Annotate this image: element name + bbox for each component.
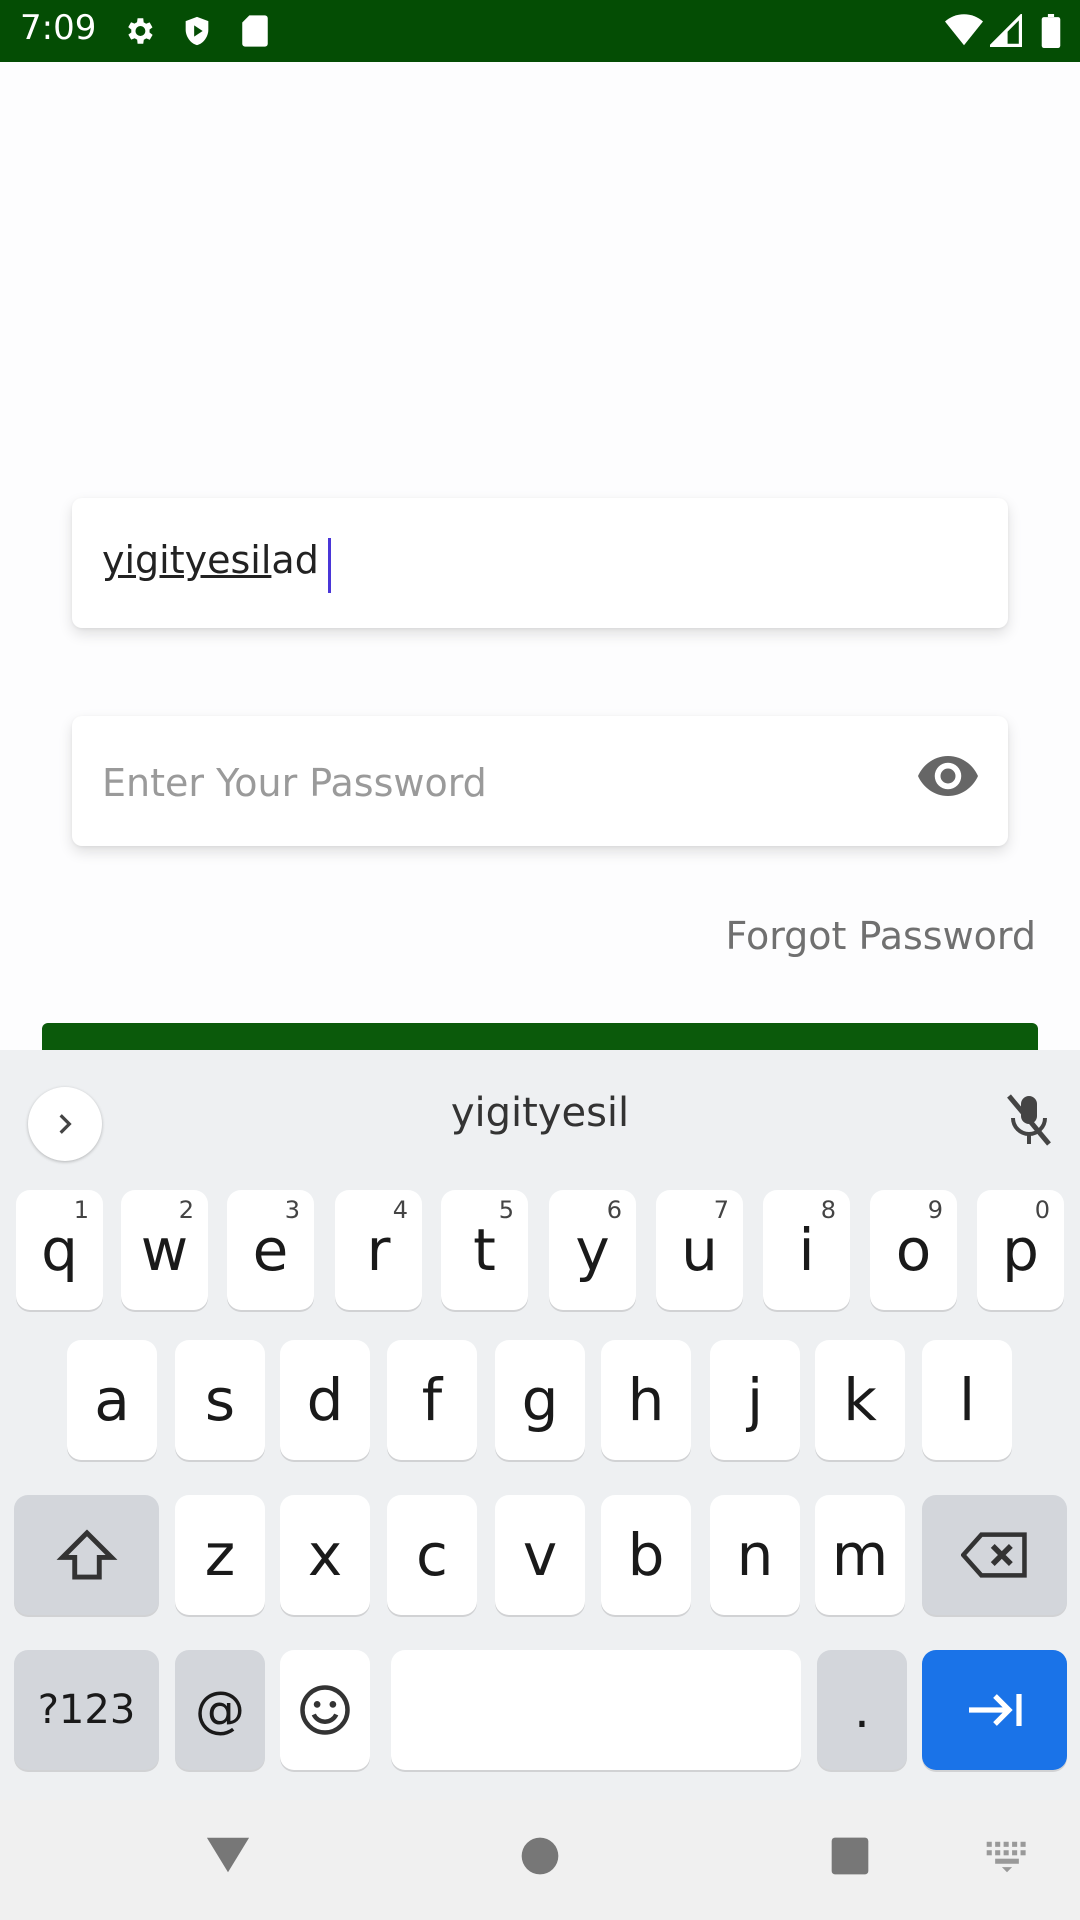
key-x[interactable]: x [280, 1495, 370, 1615]
signal-icon [990, 14, 1022, 47]
key-y[interactable]: y6 [549, 1190, 636, 1310]
status-bar: 7:09 [0, 0, 1080, 62]
key-p[interactable]: p0 [977, 1190, 1064, 1310]
emoji-key[interactable] [280, 1650, 370, 1770]
soft-keyboard: yigityesil q1 w2 e3 r4 t5 y6 u7 i8 o9 p0… [0, 1050, 1080, 1800]
back-triangle-icon[interactable] [205, 1835, 251, 1875]
key-g[interactable]: g [495, 1340, 585, 1460]
recents-square-icon[interactable] [830, 1836, 870, 1876]
sd-card-icon [242, 15, 268, 47]
key-l[interactable]: l [922, 1340, 1012, 1460]
key-o[interactable]: o9 [870, 1190, 957, 1310]
space-bar[interactable] [391, 1650, 801, 1770]
wifi-icon [945, 14, 983, 46]
key-u[interactable]: u7 [656, 1190, 743, 1310]
status-time: 7:09 [20, 8, 97, 48]
key-e[interactable]: e3 [227, 1190, 314, 1310]
text-cursor [328, 538, 331, 593]
key-v[interactable]: v [495, 1495, 585, 1615]
key-r[interactable]: r4 [335, 1190, 422, 1310]
tab-next-icon [968, 1694, 1022, 1726]
keyboard-switch-icon[interactable] [985, 1840, 1029, 1874]
shift-key[interactable] [14, 1495, 159, 1615]
toolbar-expand-button[interactable] [28, 1087, 102, 1161]
navigation-bar [0, 1800, 1080, 1920]
shield-play-icon [185, 16, 209, 46]
chevron-right-icon [59, 1114, 72, 1134]
forgot-password-link[interactable]: Forgot Password [725, 914, 1036, 958]
suggestion-bar: yigityesil [0, 1050, 1080, 1170]
backspace-icon [960, 1532, 1027, 1578]
at-key[interactable]: @ [175, 1650, 265, 1770]
password-placeholder: Enter Your Password [102, 761, 487, 805]
settings-gear-icon [128, 18, 153, 44]
key-j[interactable]: j [710, 1340, 800, 1460]
username-value: yigityesilad [102, 538, 319, 582]
key-h[interactable]: h [601, 1340, 691, 1460]
battery-icon [1041, 14, 1061, 48]
key-w[interactable]: w2 [121, 1190, 208, 1310]
shift-icon [56, 1529, 117, 1580]
emoji-icon [300, 1685, 350, 1735]
key-n[interactable]: n [710, 1495, 800, 1615]
password-field[interactable]: Enter Your Password [72, 716, 1008, 846]
username-field[interactable]: yigityesilad [72, 498, 1008, 628]
backspace-key[interactable] [922, 1495, 1067, 1615]
mic-off-icon[interactable] [1004, 1092, 1054, 1148]
key-f[interactable]: f [387, 1340, 477, 1460]
key-a[interactable]: a [67, 1340, 157, 1460]
period-key[interactable]: . [817, 1650, 907, 1770]
key-z[interactable]: z [175, 1495, 265, 1615]
key-s[interactable]: s [175, 1340, 265, 1460]
symbols-key[interactable]: ?123 [14, 1650, 159, 1770]
key-m[interactable]: m [815, 1495, 905, 1615]
suggestion-word[interactable]: yigityesil [340, 1090, 740, 1136]
enter-next-key[interactable] [922, 1650, 1067, 1770]
key-k[interactable]: k [815, 1340, 905, 1460]
key-d[interactable]: d [280, 1340, 370, 1460]
home-circle-icon[interactable] [520, 1836, 560, 1876]
key-i[interactable]: i8 [763, 1190, 850, 1310]
key-t[interactable]: t5 [441, 1190, 528, 1310]
eye-icon[interactable] [918, 756, 978, 796]
key-q[interactable]: q1 [16, 1190, 103, 1310]
key-c[interactable]: c [387, 1495, 477, 1615]
key-b[interactable]: b [601, 1495, 691, 1615]
